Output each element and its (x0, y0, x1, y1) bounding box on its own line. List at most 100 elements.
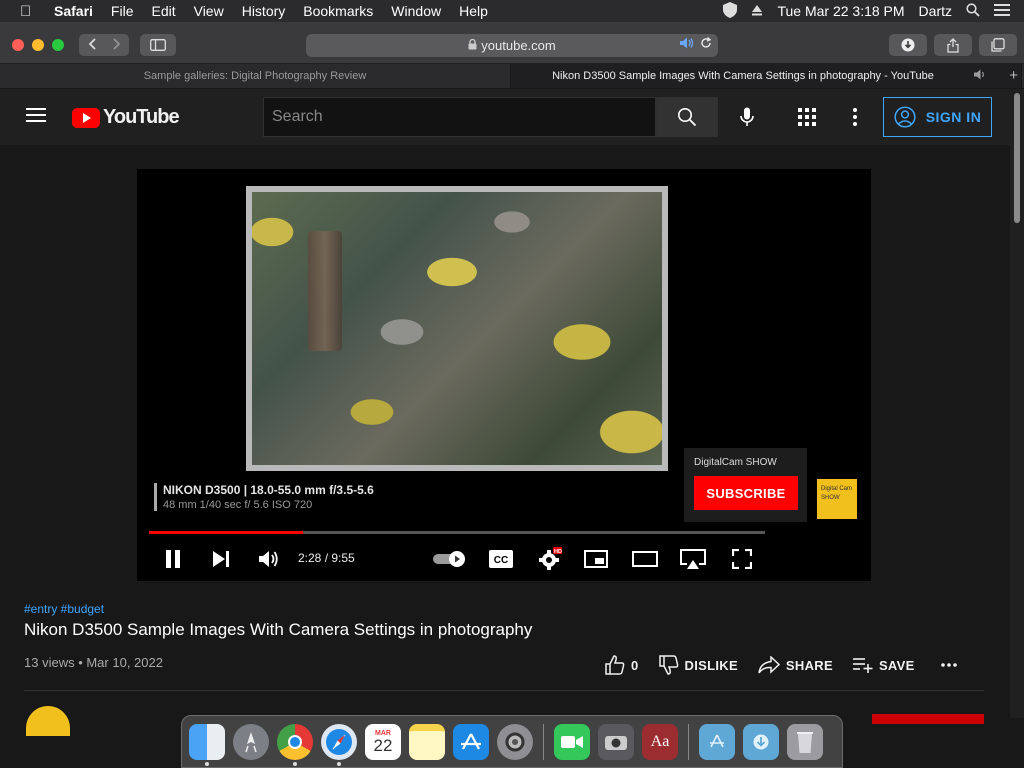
safari-icon[interactable] (321, 723, 357, 766)
menu-file[interactable]: File (111, 3, 134, 19)
menu-bar:  Safari File Edit View History Bookmark… (0, 0, 1024, 22)
player-controls: 2:28 / 9:55 CC HD (137, 539, 871, 579)
launchpad-icon[interactable] (233, 723, 269, 760)
share-button[interactable] (934, 34, 972, 56)
applications-folder-icon[interactable] (699, 723, 735, 760)
sign-in-label: SIGN IN (925, 109, 982, 125)
apple-menu-icon[interactable]:  (20, 3, 38, 20)
menu-bookmarks[interactable]: Bookmarks (303, 3, 373, 19)
svg-text:CC: CC (494, 555, 508, 566)
menu-help[interactable]: Help (459, 3, 488, 19)
trash-icon[interactable] (787, 723, 823, 760)
spotlight-search-icon[interactable] (966, 2, 980, 20)
menu-user[interactable]: Dartz (919, 3, 952, 19)
miniplayer-icon[interactable] (584, 547, 608, 571)
subscribe-button-peek[interactable] (872, 714, 984, 724)
theater-mode-icon[interactable] (632, 547, 658, 571)
sidebar-toggle-button[interactable] (140, 34, 176, 56)
system-preferences-icon[interactable] (497, 723, 533, 760)
browser-toolbar: youtube.com (0, 22, 1024, 64)
facetime-icon[interactable] (554, 723, 590, 760)
downloads-button[interactable] (889, 34, 927, 56)
video-player[interactable]: NIKON D3500 | 18.0-55.0 mm f/3.5-5.6 48 … (137, 169, 871, 581)
menu-app-name[interactable]: Safari (54, 3, 93, 19)
apps-grid-icon[interactable] (796, 106, 818, 128)
youtube-logo[interactable]: YouTube (72, 106, 180, 129)
reload-icon[interactable] (700, 36, 712, 52)
minimize-window-button[interactable] (32, 39, 44, 51)
like-button[interactable]: 0 (605, 655, 639, 675)
fullscreen-icon[interactable] (731, 547, 753, 571)
menu-hamburger-icon[interactable] (26, 108, 46, 122)
share-label: SHARE (785, 657, 833, 673)
app-store-icon[interactable] (453, 723, 489, 760)
tab-title: Sample galleries: Digital Photography Re… (143, 70, 367, 82)
pause-icon[interactable] (164, 547, 182, 571)
sign-in-button[interactable]: SIGN IN (883, 97, 992, 137)
volume-icon[interactable] (258, 547, 280, 571)
control-center-icon[interactable] (994, 3, 1010, 20)
captions-icon[interactable]: CC (489, 547, 513, 571)
back-button[interactable] (79, 37, 104, 53)
save-to-playlist-button[interactable]: SAVE (852, 657, 915, 673)
share-icon (947, 37, 959, 53)
menu-history[interactable]: History (242, 3, 286, 19)
tab-bar: Sample galleries: Digital Photography Re… (0, 64, 1024, 88)
youtube-header: YouTube Search SIGN IN (0, 89, 1010, 145)
subscribe-button[interactable]: SUBSCRIBE (694, 476, 798, 510)
tabs-overview-icon (991, 38, 1005, 52)
new-tab-icon[interactable]: + (1009, 67, 1018, 84)
finder-icon[interactable] (189, 723, 225, 766)
scrollbar-thumb[interactable] (1014, 93, 1020, 223)
menu-clock[interactable]: Tue Mar 22 3:18 PM (777, 3, 904, 19)
tab-dpreview[interactable]: Sample galleries: Digital Photography Re… (0, 64, 511, 88)
video-hashtags[interactable]: #entry #budget (24, 602, 104, 616)
speaker-playing-icon[interactable] (680, 37, 694, 52)
autoplay-toggle[interactable] (433, 547, 467, 571)
close-window-button[interactable] (12, 39, 24, 51)
subscribe-card: DigitalCam SHOW SUBSCRIBE (684, 448, 807, 522)
search-input[interactable]: Search (263, 97, 656, 137)
dictionary-icon[interactable]: Aa (642, 723, 678, 760)
show-tabs-button[interactable] (979, 34, 1017, 56)
channel-avatar[interactable] (26, 706, 70, 736)
caption-exposure: 48 mm 1/40 sec f/ 5.6 ISO 720 (163, 499, 313, 511)
menu-view[interactable]: View (194, 3, 224, 19)
shield-icon[interactable] (723, 1, 738, 21)
channel-logo-text: Digital Cam SHOW (821, 486, 853, 501)
address-bar[interactable]: youtube.com (306, 34, 718, 57)
page-scrollbar[interactable] (1010, 89, 1024, 718)
zoom-window-button[interactable] (52, 39, 64, 51)
account-icon (894, 106, 916, 128)
settings-gear-icon[interactable]: HD (538, 547, 562, 571)
dislike-button[interactable]: DISLIKE (658, 655, 738, 675)
tab-youtube[interactable]: Nikon D3500 Sample Images With Camera Se… (511, 64, 1022, 88)
sidebar-icon (150, 39, 166, 51)
section-divider (24, 690, 984, 691)
views-and-date: 13 views • Mar 10, 2022 (24, 655, 163, 670)
window-controls (12, 39, 64, 51)
progress-bar[interactable] (149, 531, 765, 534)
image-capture-icon[interactable] (598, 723, 634, 760)
photo-post (308, 231, 342, 351)
calendar-icon[interactable]: MAR 22 (365, 723, 401, 760)
more-actions-icon[interactable] (940, 663, 957, 667)
voice-search-icon[interactable] (736, 106, 758, 128)
airplay-icon[interactable] (679, 547, 707, 571)
tab-audio-icon[interactable] (974, 69, 987, 83)
share-video-button[interactable]: SHARE (758, 656, 833, 674)
eject-icon[interactable] (751, 3, 763, 19)
more-options-icon[interactable] (844, 106, 866, 128)
menu-edit[interactable]: Edit (151, 3, 175, 19)
channel-logo[interactable]: Digital Cam SHOW (817, 479, 857, 519)
notes-icon[interactable] (409, 723, 445, 760)
forward-button[interactable] (104, 37, 129, 53)
downloads-folder-icon[interactable] (743, 723, 779, 760)
download-icon (901, 38, 915, 52)
next-video-icon[interactable] (211, 547, 231, 571)
chrome-icon[interactable] (277, 723, 313, 766)
progress-played (149, 531, 303, 534)
search-button[interactable] (656, 97, 718, 137)
menu-window[interactable]: Window (391, 3, 441, 19)
subscribe-label: SUBSCRIBE (706, 485, 786, 501)
